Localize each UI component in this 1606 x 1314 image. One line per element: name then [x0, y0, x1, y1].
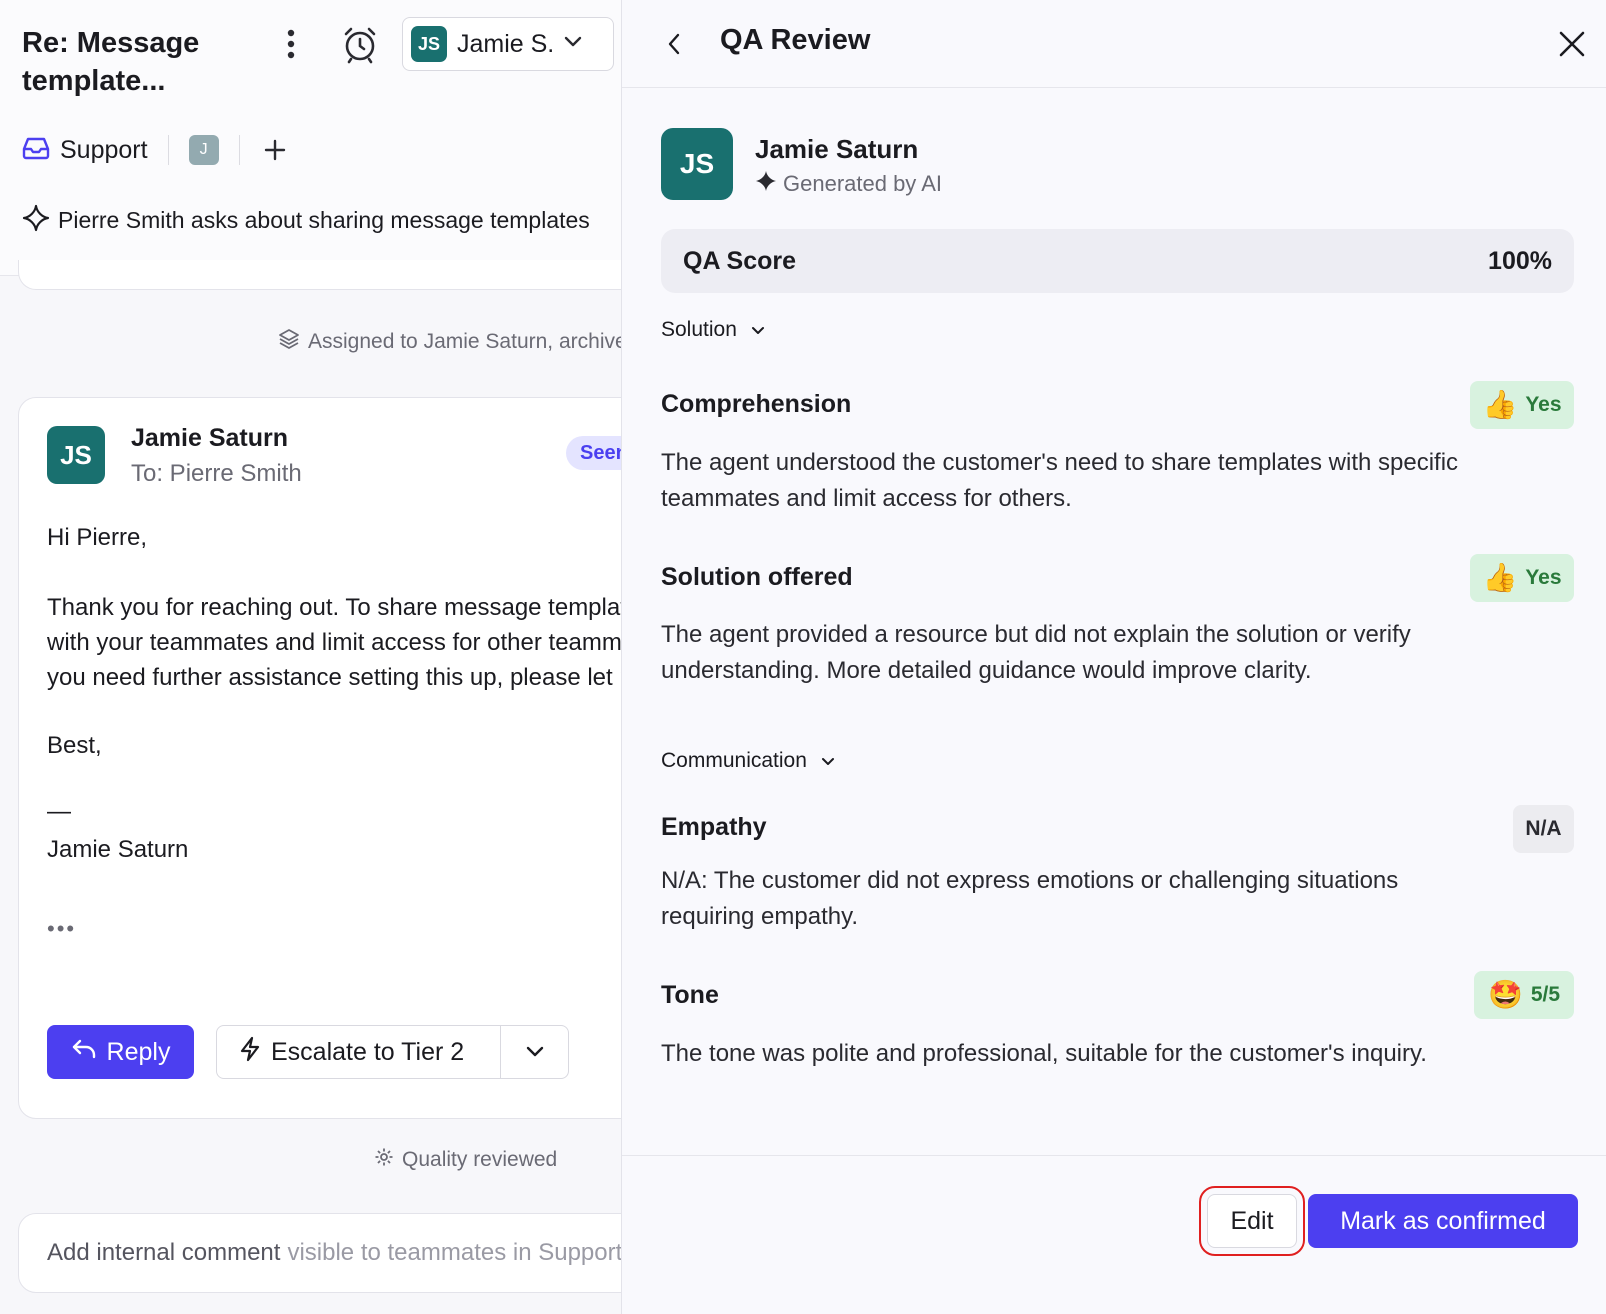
qa-footer: Edit Mark as confirmed	[622, 1155, 1606, 1314]
reviewer-avatar: JS	[661, 128, 733, 200]
sender-name: Jamie Saturn	[131, 424, 289, 452]
criterion-desc-comprehension: The agent understood the customer's need…	[661, 449, 1459, 512]
inbox-label[interactable]: Support	[60, 136, 148, 165]
divider	[238, 135, 240, 165]
assignee-avatar: JS	[411, 26, 447, 62]
escalate-button[interactable]: Escalate to Tier 2	[217, 1026, 501, 1078]
teammate-avatar[interactable]: J	[188, 135, 219, 165]
divider	[167, 135, 169, 165]
message-signoff: Best,	[47, 732, 102, 759]
sparkle-icon	[22, 204, 50, 237]
close-icon[interactable]	[1552, 24, 1592, 64]
criterion-title-solution-offered: Solution offered	[661, 563, 853, 591]
qa-score-bar: QA Score 100%	[661, 229, 1574, 293]
section-toggle-communication[interactable]: Communication	[661, 749, 835, 773]
criterion-title-empathy: Empathy	[661, 813, 767, 841]
criterion-desc-solution-offered: The agent provided a resource but did no…	[661, 621, 1411, 684]
summary-text: Pierre Smith asks about sharing message …	[58, 206, 590, 233]
chevron-down-icon	[564, 35, 582, 53]
message-greeting: Hi Pierre,	[47, 524, 148, 551]
inbox-row: Support J	[22, 128, 290, 172]
qa-header: QA Review	[622, 0, 1606, 88]
add-plus-icon[interactable]	[260, 135, 290, 165]
message-body-line: you need further assistance setting this…	[47, 664, 621, 691]
mark-as-confirmed-button[interactable]: Mark as confirmed	[1308, 1194, 1578, 1248]
criterion-badge-solution-offered[interactable]: 👍 Yes	[1470, 554, 1574, 602]
message-body-line: Thank you for reaching out. To share mes…	[47, 594, 621, 621]
criterion-title-tone: Tone	[661, 981, 719, 1009]
more-options-icon[interactable]	[276, 24, 306, 64]
snooze-alarm-icon[interactable]	[340, 24, 380, 64]
inbox-icon	[22, 136, 50, 165]
criterion-desc-tone: The tone was polite and professional, su…	[661, 1040, 1427, 1067]
criterion-badge-empathy[interactable]: N/A	[1513, 805, 1574, 853]
qa-score-value: 100%	[1488, 246, 1552, 275]
ai-summary: Pierre Smith asks about sharing message …	[22, 200, 590, 240]
assignment-event: Assigned to Jamie Saturn, archived	[278, 328, 621, 356]
criterion-title-comprehension: Comprehension	[661, 390, 852, 418]
reply-arrow-icon	[71, 1038, 97, 1067]
seen-badge: Seen	[566, 436, 621, 470]
lightning-icon	[239, 1036, 261, 1069]
previous-message-card	[18, 260, 621, 290]
conversation-header: Re: Message template... JS Jamie S. Supp…	[0, 0, 621, 276]
gear-icon	[374, 1147, 394, 1173]
quality-reviewed-event: Quality reviewed	[374, 1147, 557, 1173]
assignee-dropdown[interactable]: JS Jamie S.	[402, 17, 614, 71]
chevron-down-icon	[751, 318, 765, 342]
sender-avatar: JS	[47, 426, 105, 484]
criterion-badge-tone[interactable]: 🤩 5/5	[1474, 971, 1574, 1019]
conversation-pane: Re: Message template... JS Jamie S. Supp…	[0, 0, 621, 1314]
internal-comment-input[interactable]: Add internal comment visible to teammate…	[18, 1213, 621, 1293]
message-card: JS Jamie Saturn To: Pierre Smith Seen Hi…	[18, 397, 621, 1119]
star-struck-icon: 🤩	[1487, 979, 1523, 1010]
qa-review-panel: QA Review JS Jamie Saturn Generated by A…	[621, 0, 1606, 1314]
criterion-badge-comprehension[interactable]: 👍 Yes	[1470, 381, 1574, 429]
reviewer-name: Jamie Saturn	[755, 134, 919, 164]
reviewer-subtitle: Generated by AI	[755, 170, 942, 198]
show-more-ellipsis[interactable]: •••	[47, 916, 76, 942]
escalate-options-chevron-icon[interactable]	[501, 1046, 568, 1058]
reply-button[interactable]: Reply	[47, 1025, 194, 1079]
thumbs-up-icon: 👍	[1482, 389, 1518, 420]
conversation-title: Re: Message template...	[22, 27, 200, 97]
layers-icon	[278, 328, 300, 356]
assignee-name: Jamie S.	[457, 29, 555, 58]
ai-sparkle-icon	[755, 170, 777, 198]
escalate-split-button: Escalate to Tier 2	[216, 1025, 569, 1079]
back-chevron-icon[interactable]	[656, 26, 692, 62]
message-body-line: with your teammates and limit access for…	[47, 629, 621, 656]
qa-title: QA Review	[720, 24, 871, 56]
recipient: To: Pierre Smith	[131, 460, 302, 487]
signature-name: Jamie Saturn	[47, 836, 189, 863]
edit-button[interactable]: Edit	[1199, 1186, 1305, 1256]
section-toggle-solution[interactable]: Solution	[661, 318, 765, 342]
chevron-down-icon	[821, 749, 835, 773]
qa-score-label: QA Score	[683, 246, 797, 275]
criterion-desc-empathy: N/A: The customer did not express emotio…	[661, 867, 1399, 930]
signature-dash: —	[47, 798, 71, 825]
thumbs-up-icon: 👍	[1482, 562, 1518, 593]
